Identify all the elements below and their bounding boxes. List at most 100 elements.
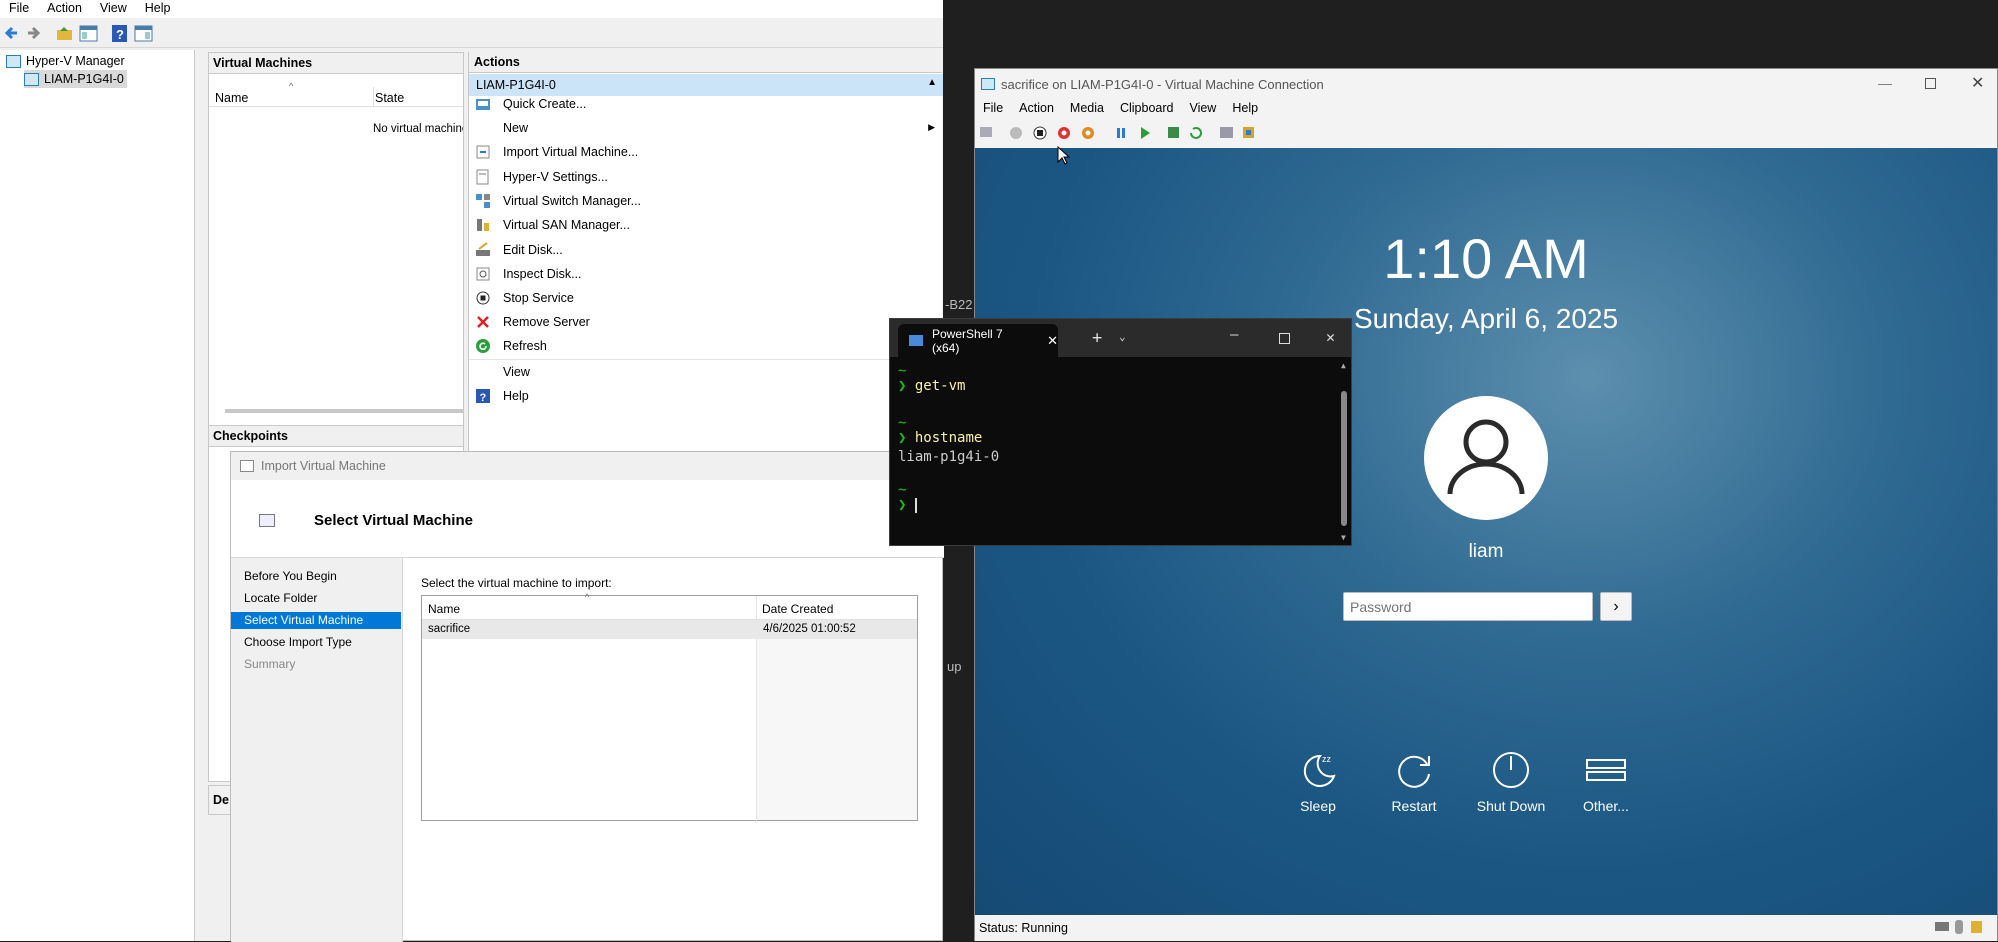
revert-icon[interactable]: [1190, 127, 1202, 139]
san-icon: [475, 217, 491, 233]
close-tab-icon[interactable]: ✕: [1047, 333, 1058, 349]
sleep-button[interactable]: zz Sleep: [1273, 748, 1363, 814]
action-virtual-san-manager[interactable]: Virtual SAN Manager...: [469, 213, 943, 237]
row-vm-name: sacrifice: [428, 623, 471, 635]
vm-list-header: Name ^ State: [209, 81, 463, 107]
action-label: Hyper-V Settings...: [503, 170, 608, 184]
forward-arrow-icon[interactable]: [24, 24, 43, 43]
vm-list-scrollbar[interactable]: [225, 409, 463, 413]
action-label: Virtual SAN Manager...: [503, 218, 630, 232]
up-folder-icon[interactable]: [55, 24, 74, 43]
table-row[interactable]: sacrifice 4/6/2025 01:00:52: [422, 620, 917, 639]
step-locate-folder[interactable]: Locate Folder: [231, 590, 401, 607]
maximize-icon[interactable]: [1925, 78, 1936, 89]
terminal-output[interactable]: ~ ❯ get-vm ~ ❯ hostname liam-p1g4i-0 ~ ❯: [890, 363, 1335, 543]
action-label: Import Virtual Machine...: [503, 145, 639, 159]
tree-server-node[interactable]: LIAM-P1G4I-0: [24, 70, 127, 88]
bg-text-fragment-up: up: [947, 659, 962, 674]
vm-status-text: Status: Running: [979, 921, 1068, 935]
checkpoint-icon[interactable]: [1168, 127, 1179, 138]
terminal-tab[interactable]: PowerShell 7 (x64) ✕: [898, 324, 1058, 357]
password-field[interactable]: [1343, 592, 1593, 621]
step-choose-import-type[interactable]: Choose Import Type: [231, 634, 401, 651]
col-header-date[interactable]: Date Created: [762, 602, 833, 616]
sleep-label: Sleep: [1300, 798, 1336, 814]
other-button[interactable]: Other...: [1561, 748, 1651, 814]
pause-icon[interactable]: [1117, 128, 1125, 138]
powershell-icon: [909, 335, 923, 346]
col-header-name[interactable]: Name: [428, 602, 460, 616]
terminal-scrollbar[interactable]: ▲ ▼: [1339, 361, 1349, 543]
start-icon[interactable]: [1010, 127, 1022, 139]
share-icon[interactable]: [1243, 127, 1254, 138]
step-summary[interactable]: Summary: [231, 656, 401, 673]
import-icon: [475, 144, 491, 160]
action-view[interactable]: View▶: [469, 359, 943, 383]
collapse-caret-icon[interactable]: ▲: [927, 77, 937, 88]
menu-action[interactable]: Action: [38, 0, 91, 18]
resume-icon[interactable]: [1141, 127, 1150, 139]
lock-icon: [1971, 921, 1982, 933]
menu-view[interactable]: View: [91, 0, 136, 18]
shutdown-button[interactable]: Shut Down: [1466, 748, 1556, 814]
vmc-menu-help[interactable]: Help: [1224, 99, 1266, 119]
action-inspect-disk[interactable]: Inspect Disk...: [469, 262, 943, 286]
vmc-app-icon: [981, 78, 995, 90]
ctrl-alt-del-icon[interactable]: [980, 127, 992, 137]
vmc-menu-action[interactable]: Action: [1011, 99, 1062, 119]
user-avatar: [1424, 396, 1548, 520]
turn-off-icon[interactable]: [1033, 126, 1047, 140]
menu-file[interactable]: File: [0, 0, 38, 18]
vmc-statusbar: Status: Running: [975, 915, 1997, 941]
vmc-menu-media[interactable]: Media: [1062, 99, 1112, 119]
hyperv-manager-icon: [6, 54, 21, 68]
remove-icon: [475, 314, 491, 330]
minimize-icon[interactable]: —: [1878, 75, 1892, 91]
maximize-icon[interactable]: [1279, 333, 1290, 344]
terminal-tabbar: PowerShell 7 (x64) ✕ + ⌄ — ✕: [890, 319, 1351, 357]
dropdown-chevron-icon[interactable]: ⌄: [1119, 330, 1126, 343]
new-tab-icon[interactable]: +: [1092, 328, 1102, 348]
col-state[interactable]: State: [375, 91, 404, 105]
action-remove-server[interactable]: Remove Server: [469, 310, 943, 334]
action-label: Refresh: [503, 339, 547, 353]
terminal-line: ❯ hostname: [898, 430, 982, 446]
action-new[interactable]: New ▶: [469, 116, 943, 140]
action-stop-service[interactable]: Stop Service: [469, 286, 943, 310]
shut-down-icon[interactable]: [1058, 127, 1070, 139]
action-virtual-switch-manager[interactable]: Virtual Switch Manager...: [469, 189, 943, 213]
console-tree: Hyper-V Manager LIAM-P1G4I-0: [0, 50, 195, 941]
vmc-title: sacrifice on LIAM-P1G4I-0 - Virtual Mach…: [1001, 76, 1324, 92]
col-name[interactable]: Name: [215, 91, 248, 105]
vmc-menu-clipboard[interactable]: Clipboard: [1112, 99, 1182, 119]
action-edit-disk[interactable]: Edit Disk...: [469, 238, 943, 262]
terminal-line: ❯: [898, 497, 917, 513]
action-refresh[interactable]: Refresh: [469, 334, 943, 358]
action-hyper-v-settings[interactable]: Hyper-V Settings...: [469, 165, 943, 189]
help-icon[interactable]: ?: [110, 24, 129, 43]
restart-button[interactable]: Restart: [1369, 748, 1459, 814]
action-quick-create[interactable]: Quick Create...: [469, 92, 943, 116]
show-hide-action-pane-icon[interactable]: [134, 24, 153, 43]
action-import-virtual-machine[interactable]: Import Virtual Machine...: [469, 140, 943, 164]
vmc-menu-file[interactable]: File: [975, 99, 1011, 119]
settings-icon: [475, 169, 491, 185]
prompt-chevron-icon: ❯: [898, 497, 907, 513]
minimize-icon[interactable]: —: [1230, 327, 1238, 343]
action-help[interactable]: ? Help: [469, 384, 943, 408]
quick-create-icon: [475, 96, 491, 112]
step-select-virtual-machine[interactable]: Select Virtual Machine: [231, 612, 401, 629]
vmc-menu-view[interactable]: View: [1181, 99, 1224, 119]
enhanced-session-icon[interactable]: [1220, 127, 1233, 138]
show-hide-console-tree-icon[interactable]: [79, 24, 98, 43]
tree-root-hyperv-manager[interactable]: Hyper-V Manager: [6, 52, 125, 70]
close-icon[interactable]: ✕: [1326, 328, 1335, 346]
menu-help[interactable]: Help: [136, 0, 180, 18]
submit-arrow-button[interactable]: ›: [1600, 592, 1632, 621]
mouse-icon: [1955, 920, 1963, 934]
close-icon[interactable]: ✕: [1971, 73, 1984, 93]
sort-caret-icon: ^: [585, 592, 590, 602]
save-icon[interactable]: [1082, 127, 1094, 139]
step-before-you-begin[interactable]: Before You Begin: [231, 568, 401, 585]
back-arrow-icon[interactable]: [2, 24, 21, 43]
